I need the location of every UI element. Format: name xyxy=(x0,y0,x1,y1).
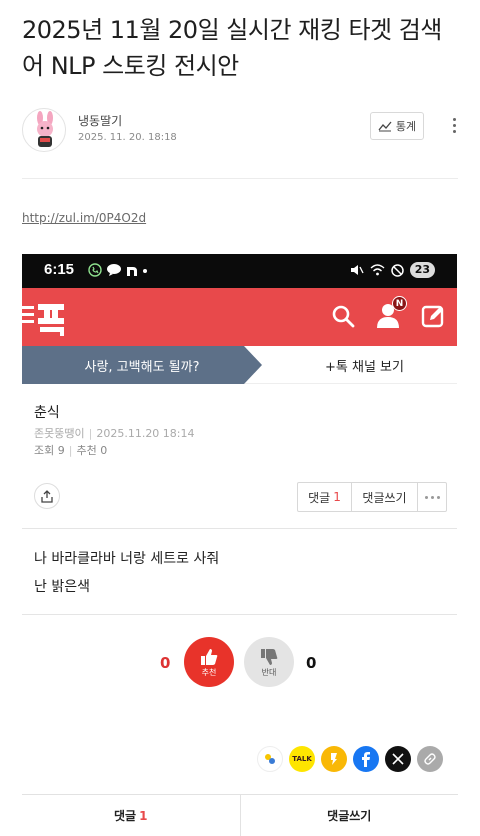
more-options-button[interactable] xyxy=(418,483,446,511)
talk-channel-link[interactable]: +톡 채널 보기 xyxy=(272,346,457,384)
facebook-glyph xyxy=(362,752,370,767)
kakao-dots-icon xyxy=(265,754,275,764)
post-link[interactable]: http://zul.im/0P4O2d xyxy=(22,211,146,225)
post-title: 2025년 11월 20일 실시간 재킹 타겟 검색어 NLP 스토킹 전시안 xyxy=(22,16,442,80)
embedded-post-counts: 조회 9 | 추천 0 xyxy=(34,444,108,457)
bottom-comments-label: 댓글 xyxy=(114,809,137,823)
thumbs-up-icon xyxy=(201,648,218,665)
vote-up-count: 0 xyxy=(160,654,171,672)
status-bar: 6:15 23 xyxy=(22,254,457,288)
share-button[interactable] xyxy=(34,483,60,509)
vote-up-button[interactable]: 추천 xyxy=(184,637,234,687)
strawberry-avatar-icon xyxy=(37,111,53,147)
facebook-icon[interactable] xyxy=(353,746,379,772)
comments-count: 1 xyxy=(333,490,341,504)
vote-down-count: 0 xyxy=(306,654,317,672)
author-avatar[interactable] xyxy=(22,108,66,152)
kakaostory-glyph xyxy=(331,753,337,765)
bottom-comments-button[interactable]: 댓글 1 xyxy=(22,795,240,836)
author-row: 냉동딸기 2025. 11. 20. 18:18 통계 xyxy=(22,108,462,158)
banner: 사랑, 고백해도 될까? +톡 채널 보기 xyxy=(22,346,457,384)
kakaostory-icon[interactable] xyxy=(321,746,347,772)
app-bar: N xyxy=(22,288,457,346)
divider xyxy=(22,614,457,615)
author-name[interactable]: 냉동딸기 xyxy=(78,112,122,129)
naver-icon xyxy=(127,267,137,276)
bottom-write-comment-button[interactable]: 댓글쓰기 xyxy=(239,795,459,836)
x-icon[interactable] xyxy=(385,746,411,772)
share-icon xyxy=(41,489,53,503)
vote-up-label: 추천 xyxy=(201,667,217,677)
link-icon[interactable] xyxy=(417,746,443,772)
pann-logo-icon[interactable] xyxy=(22,298,82,338)
app-bar-actions: N xyxy=(331,296,445,330)
talk-icon xyxy=(107,264,121,276)
views: 조회 9 xyxy=(34,444,65,457)
embedded-post-title: 춘식 xyxy=(34,405,60,421)
phone-icon xyxy=(88,263,102,277)
stats-button[interactable]: 통계 xyxy=(370,112,424,140)
mute-icon xyxy=(350,265,364,275)
kakaotalk-icon[interactable]: TALK xyxy=(289,746,315,772)
banner-ad[interactable]: 사랑, 고백해도 될까? xyxy=(22,346,262,384)
status-right-icons: 23 xyxy=(350,262,435,278)
divider xyxy=(22,528,457,529)
status-badge: 23 xyxy=(409,262,435,278)
wifi-icon xyxy=(370,264,385,276)
stats-label: 통계 xyxy=(395,120,417,133)
bottom-comments-count: 1 xyxy=(139,808,148,823)
bottom-action-bar: 댓글 1 댓글쓰기 xyxy=(22,794,458,836)
nickname[interactable]: 존못뚱땡이 xyxy=(34,427,85,440)
more-vertical-icon[interactable] xyxy=(446,110,462,140)
post-body-line: 나 바라클라바 너랑 세트로 사줘 xyxy=(34,551,220,567)
link-glyph xyxy=(424,753,436,765)
status-notification-icons xyxy=(88,263,148,277)
write-comment-button[interactable]: 댓글쓰기 xyxy=(352,483,418,511)
divider xyxy=(22,178,458,179)
dot-icon xyxy=(143,269,147,273)
post-datetime: 2025.11.20 18:14 xyxy=(96,427,195,440)
stats-chart-icon xyxy=(378,121,392,132)
notification-badge: N xyxy=(392,296,407,311)
vote-down-button[interactable]: 반대 xyxy=(244,637,294,687)
thumbs-down-icon xyxy=(261,648,278,665)
do-not-disturb-icon xyxy=(390,263,404,277)
x-glyph xyxy=(392,753,404,765)
likes: 추천 0 xyxy=(76,444,108,457)
embedded-screenshot: 6:15 23 N 사랑, 고백해도 될까? +톡 채널 보기 춘식 존못뚱땡이… xyxy=(22,254,457,794)
social-share-row: TALK xyxy=(257,746,443,772)
embedded-post-meta: 존못뚱땡이 | 2025.11.20 18:14 xyxy=(34,427,195,440)
kakaotalk-share-icon[interactable] xyxy=(257,746,283,772)
post-date: 2025. 11. 20. 18:18 xyxy=(78,132,177,143)
kakaotalk-label: TALK xyxy=(292,755,312,763)
comment-actions: 댓글 1 댓글쓰기 xyxy=(297,482,447,512)
post-body-line: 난 밝은색 xyxy=(34,579,90,595)
comments-button[interactable]: 댓글 1 xyxy=(298,483,352,511)
search-icon[interactable] xyxy=(331,304,355,328)
user-button[interactable]: N xyxy=(375,296,407,330)
vote-down-label: 반대 xyxy=(261,667,277,677)
edit-icon[interactable] xyxy=(421,304,445,328)
status-time: 6:15 xyxy=(44,261,75,278)
comments-label: 댓글 xyxy=(308,490,331,505)
